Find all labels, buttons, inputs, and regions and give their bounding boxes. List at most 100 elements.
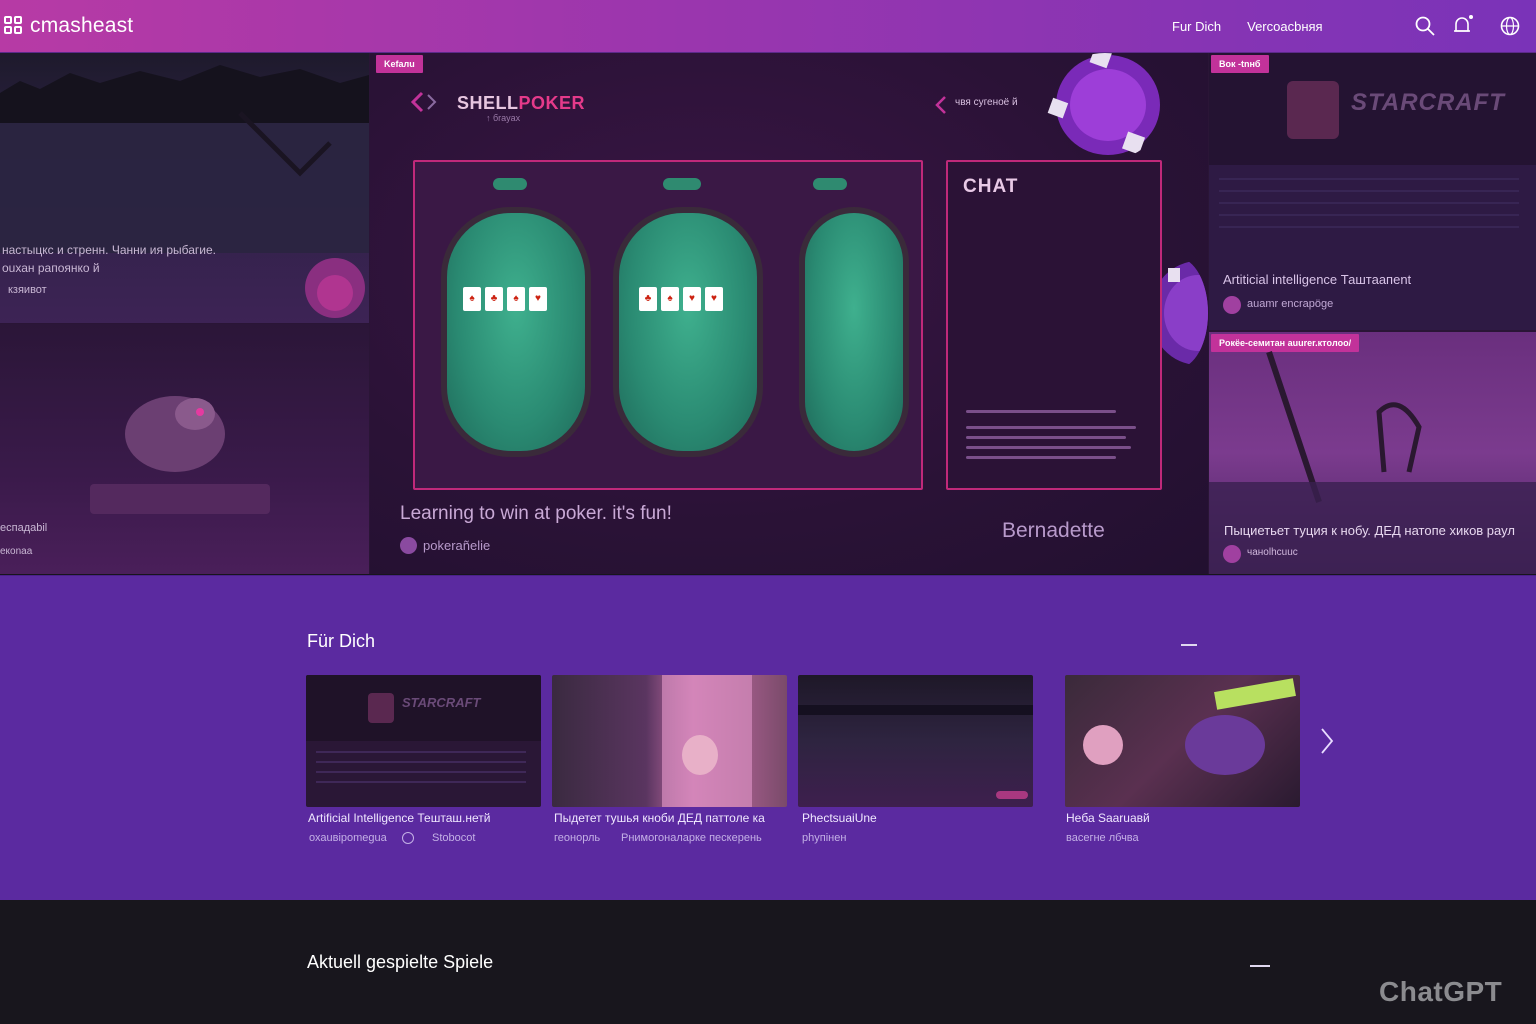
chat-message — [966, 436, 1126, 439]
video-title-4[interactable]: Heба Saaruавй — [1066, 811, 1150, 825]
table-status-pill — [813, 178, 847, 190]
right-bottom-title: Пыциетьет туция к нобу. ДЕД натопе хиков… — [1224, 523, 1515, 538]
main-nav: Fur Dich Vercoacbняя — [1172, 0, 1323, 53]
playing-card: ♥ — [705, 287, 723, 311]
back-link[interactable]: чвя сугеноё й — [955, 97, 1018, 108]
left-card-user: кзяивот — [8, 284, 47, 296]
hero-card-left[interactable]: настыцкс и стренн. Чанни ия рыбагие. оuх… — [0, 53, 369, 574]
video-sub-3a: phyпiнен — [802, 832, 847, 844]
section-title-aktuell: Aktuell gespielte Spiele — [307, 952, 494, 972]
table-status-pill — [493, 178, 527, 190]
left-card-text-2: оuхан рапоянко й — [2, 261, 100, 275]
avatar-icon — [1223, 545, 1241, 563]
chat-message — [966, 446, 1131, 449]
thumb-logo-text: STARCRAFT — [402, 695, 481, 710]
featured-badge: Kefaлu — [376, 55, 423, 73]
nav-second[interactable]: Vercoacbняя — [1247, 19, 1322, 34]
section-more-indicator[interactable] — [1181, 644, 1197, 646]
chat-message — [966, 456, 1116, 459]
playing-card: ♠ — [661, 287, 679, 311]
playing-card: ♥ — [683, 287, 701, 311]
video-title-2[interactable]: Пыдетет тушья кноби ДЕД паттоле ка — [554, 811, 765, 825]
section-title: Für Dich — [307, 631, 376, 651]
game-title-part-a: SHELL — [457, 93, 519, 113]
poker-table[interactable] — [799, 207, 909, 457]
watermark: ChatGPT — [1379, 976, 1503, 1007]
video-thumb-1[interactable]: STARCRAFT — [306, 675, 541, 807]
top-header: cmasheast Fur Dich Vercoacbняя — [0, 0, 1536, 53]
thumb-shoe — [1214, 678, 1296, 710]
logo-icon — [4, 16, 24, 36]
playing-card: ♣ — [639, 287, 657, 311]
chevron-left-icon[interactable] — [934, 95, 948, 115]
right-bottom-user[interactable]: чаноlhcuuc — [1247, 547, 1298, 558]
thumb-treeline — [798, 705, 1033, 715]
chevron-left-icon[interactable] — [410, 91, 438, 113]
game-title: SHELLPOKER — [457, 93, 585, 114]
video-sub-2b: Рнимогоналарке пескерень — [621, 832, 762, 844]
right-card-title: Artiticial intelligence Таштаапеnt — [1223, 272, 1412, 287]
avatar-icon — [1223, 296, 1241, 314]
left-card-text-1: настыцкс и стренн. Чанни ия рыбагие. — [2, 243, 216, 257]
logo[interactable]: cmasheast — [4, 14, 133, 38]
video-sub-1b: Stobocot — [432, 832, 476, 844]
playing-card: ♠ — [463, 287, 481, 311]
right-badge: Вок -tnнб — [1211, 55, 1269, 73]
stats-table — [316, 751, 526, 791]
starcraft-logo-icon — [368, 693, 394, 723]
left-bottom-text-1: еспадаbil — [0, 522, 48, 534]
chat-title: CHAT — [963, 176, 1019, 197]
video-sub-1a: охаuвіроmеguа — [309, 832, 387, 844]
left-bottom-text-2: екоnаа — [0, 546, 33, 557]
logo-text: cmasheast — [30, 14, 134, 37]
starcraft-logo-icon — [1287, 81, 1339, 139]
stream-preview-starcraft[interactable]: Вок -tnнб STARCRAFT Artiticial intellige… — [1209, 53, 1536, 330]
right-card-user[interactable]: auamr encrapöge — [1247, 298, 1333, 310]
chat-message — [966, 410, 1116, 413]
poker-table[interactable] — [441, 207, 591, 457]
game-title-part-b: POKER — [518, 93, 586, 113]
status-icon — [402, 832, 414, 844]
bell-icon[interactable] — [1451, 15, 1473, 37]
playing-card: ♣ — [485, 287, 503, 311]
thumb-face — [682, 735, 718, 775]
stream-preview-field[interactable]: Poкёe-ceмитан auurer.ктoлоо/ Пыциетьет т… — [1209, 332, 1536, 574]
hero-carousel: настыцкс и стренн. Чанни ия рыбагие. оuх… — [0, 53, 1536, 574]
video-thumb-3[interactable] — [798, 675, 1033, 807]
section-more-indicator[interactable] — [1250, 965, 1270, 967]
video-sub-2a: геонорль — [554, 832, 601, 844]
thumb-object — [1185, 715, 1265, 775]
chat-panel[interactable]: CHAT — [946, 160, 1162, 490]
table-status-pill — [663, 178, 701, 190]
featured-caption: Learning to win at poker. it's fun! — [400, 503, 672, 524]
game-subtitle: ↑ бrayaх — [486, 113, 521, 123]
stream-preview-hamster[interactable]: еспадаbil екоnаа — [0, 324, 369, 574]
search-icon[interactable] — [1414, 15, 1436, 37]
playing-card: ♠ — [507, 287, 525, 311]
featured-streamer[interactable]: pokerañelie — [423, 538, 490, 553]
chat-message — [966, 426, 1136, 429]
avatar-icon — [400, 537, 417, 554]
video-title-3[interactable]: PhectsuaiUne — [802, 811, 877, 825]
starcraft-logo-text: STARCRAFT — [1351, 89, 1505, 116]
poker-chip-icon — [1047, 53, 1160, 155]
stream-preview-lake[interactable]: настыцкс и стренн. Чанни ия рыбагие. оuх… — [0, 53, 369, 323]
nav-fur-dich[interactable]: Fur Dich — [1172, 19, 1221, 34]
hero-card-featured[interactable]: Kefaлu SHELLPOKER ↑ бrayaх чвя сугеноё й — [370, 53, 1208, 574]
video-sub-4a: васегне лбчва — [1066, 832, 1139, 844]
video-thumb-4[interactable] — [1065, 675, 1300, 807]
globe-icon[interactable] — [1499, 15, 1521, 37]
playing-card: ♥ — [529, 287, 547, 311]
lake-scene — [0, 65, 369, 318]
section-aktuell: Aktuell gespielte Spiele — [0, 900, 1536, 1024]
hero-card-right[interactable]: Вок -tnнб STARCRAFT Artiticial intellige… — [1209, 53, 1536, 574]
chevron-right-icon[interactable] — [1318, 726, 1336, 756]
video-title-1[interactable]: Artificial Intelligence Тешташ.нетй — [308, 811, 490, 825]
video-thumb-2[interactable] — [552, 675, 787, 807]
section-fuer-dich: Für Dich STARCRAFT Artificial Intelligen… — [0, 575, 1536, 900]
hamster-scene — [90, 396, 270, 514]
thumb-rose — [1083, 725, 1123, 765]
thumb-progress — [996, 791, 1028, 799]
poker-tables-view[interactable]: ♠ ♣ ♠ ♥ ♣ ♠ ♥ ♥ — [413, 160, 923, 490]
poker-table[interactable] — [613, 207, 763, 457]
